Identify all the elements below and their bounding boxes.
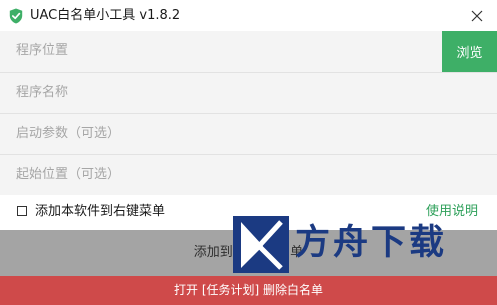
close-button[interactable]: [462, 2, 492, 29]
launch-args-placeholder: 启动参数（可选）: [16, 126, 121, 141]
title-bar: UAC白名单小工具 v1.8.2: [0, 0, 497, 31]
shield-check-icon: [9, 8, 23, 24]
program-path-input[interactable]: 程序位置: [0, 31, 442, 72]
window-title: UAC白名单小工具 v1.8.2: [30, 8, 181, 23]
context-menu-checkbox[interactable]: [17, 206, 27, 216]
watermark: 方舟下载: [233, 216, 469, 273]
launch-args-input[interactable]: 启动参数（可选）: [0, 113, 497, 154]
browse-button[interactable]: 浏览: [442, 31, 497, 72]
watermark-logo-icon: [233, 216, 289, 273]
watermark-text: 方舟下载: [295, 223, 448, 263]
delete-whitelist-button[interactable]: 打开 [任务计划] 删除白名单: [0, 276, 497, 305]
context-menu-label[interactable]: 添加本软件到右键菜单: [35, 203, 165, 220]
program-name-input[interactable]: 程序名称: [0, 72, 497, 113]
start-dir-placeholder: 起始位置（可选）: [16, 167, 121, 182]
program-name-placeholder: 程序名称: [16, 85, 69, 100]
program-path-placeholder: 程序位置: [16, 43, 69, 58]
close-icon: [471, 10, 483, 21]
start-dir-input[interactable]: 起始位置（可选）: [0, 154, 497, 195]
